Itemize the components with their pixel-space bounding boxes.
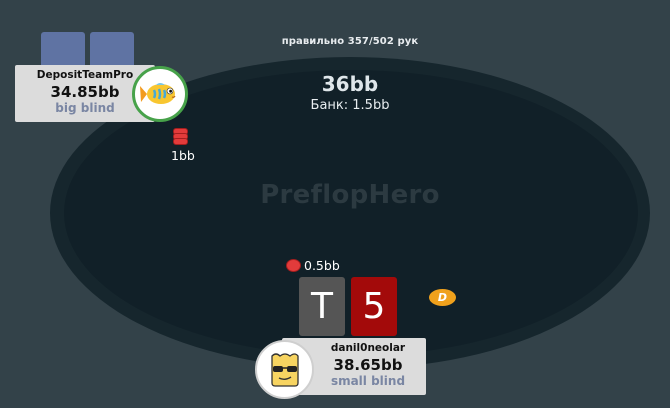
bank-label: Банк: 1.5bb	[310, 98, 390, 113]
hero-avatar	[255, 340, 314, 399]
opponent-avatar	[132, 66, 188, 122]
dealer-button: D	[429, 289, 456, 306]
hero-card-1: T	[299, 277, 345, 336]
cool-face-icon	[270, 352, 299, 387]
hero-bet-chip	[286, 259, 301, 272]
opponent-name: DepositTeamPro	[36, 69, 134, 81]
hero-card-1-rank: T	[311, 286, 333, 327]
table-watermark: PreflopHero	[260, 180, 440, 210]
opponent-bet-amount: 1bb	[171, 148, 195, 163]
fish-icon	[140, 83, 176, 104]
pot-size: 36bb	[321, 72, 379, 96]
opponent-bet-chips	[173, 128, 188, 148]
hero-card-2-rank: 5	[362, 286, 386, 327]
hero-bet-amount: 0.5bb	[304, 258, 340, 273]
hero-card-2: 5	[351, 277, 397, 336]
